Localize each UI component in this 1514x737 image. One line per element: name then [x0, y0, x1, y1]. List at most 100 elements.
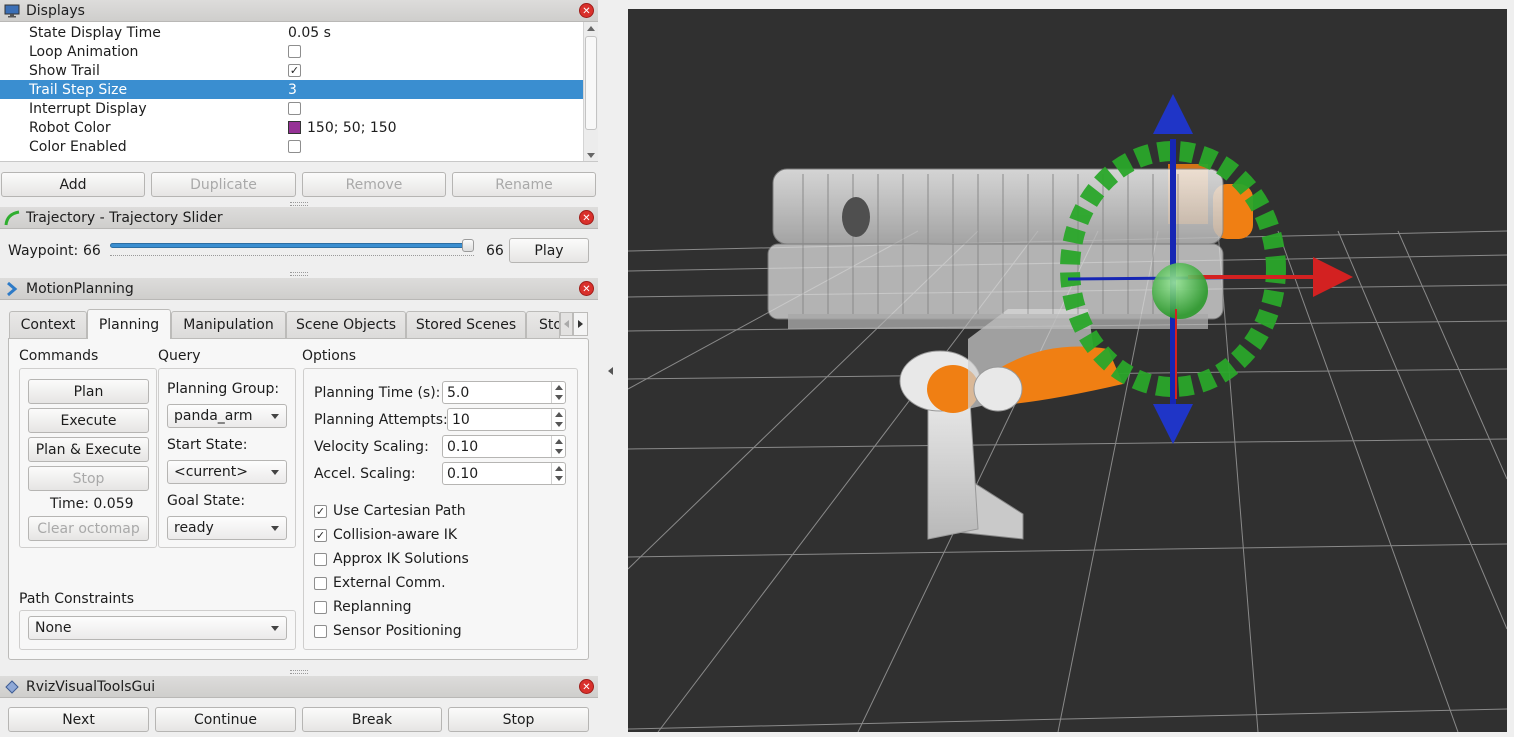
tab-scroll-right-button[interactable] — [573, 312, 588, 336]
option-checkbox[interactable]: Approx IK Solutions — [314, 551, 469, 567]
slider-handle[interactable] — [462, 239, 474, 252]
option-checkbox[interactable]: ✓ Use Cartesian Path — [314, 503, 466, 519]
close-icon[interactable]: ✕ — [579, 281, 594, 296]
plan-and-execute-button[interactable]: Plan & Execute — [28, 437, 149, 462]
spin-down-icon[interactable] — [555, 422, 563, 427]
plan-button[interactable]: Plan — [28, 379, 149, 404]
checkbox-icon[interactable] — [288, 102, 301, 115]
checkbox-icon[interactable] — [314, 624, 327, 638]
close-icon[interactable]: ✕ — [579, 3, 594, 18]
goal-state-select[interactable]: ready — [167, 516, 287, 540]
render-viewport[interactable] — [628, 9, 1507, 732]
property-row[interactable]: Interrupt Display — [0, 99, 583, 118]
spin-down-icon[interactable] — [555, 449, 563, 454]
path-constraints-select[interactable]: None — [28, 616, 287, 640]
accel-scaling-spinbox[interactable]: 0.10 — [442, 462, 566, 485]
next-button[interactable]: Next — [8, 707, 149, 732]
checkbox-icon[interactable] — [314, 600, 327, 614]
spin-up-icon[interactable] — [555, 412, 563, 417]
option-checkbox[interactable]: Sensor Positioning — [314, 623, 462, 639]
clear-octomap-button[interactable]: Clear octomap — [28, 516, 149, 541]
close-icon[interactable]: ✕ — [579, 679, 594, 694]
planning-attempts-spinbox[interactable]: 10 — [447, 408, 566, 431]
property-row[interactable]: State Display Time 0.05 s — [0, 23, 583, 42]
continue-button[interactable]: Continue — [155, 707, 296, 732]
spin-arrows[interactable] — [551, 463, 565, 484]
checkbox-checked-icon[interactable]: ✓ — [288, 64, 301, 77]
spin-arrows[interactable] — [551, 382, 565, 403]
spin-arrows[interactable] — [551, 436, 565, 457]
checkbox-checked-icon[interactable]: ✓ — [314, 504, 327, 518]
property-name: Interrupt Display — [29, 100, 147, 117]
color-swatch-icon[interactable] — [288, 121, 301, 134]
property-value[interactable] — [288, 140, 301, 153]
checkbox-icon[interactable] — [288, 45, 301, 58]
property-value[interactable] — [288, 102, 301, 115]
panel-splitter[interactable] — [290, 272, 308, 276]
chevron-right-icon — [578, 320, 583, 328]
break-button[interactable]: Break — [302, 707, 442, 732]
waypoint-label: Waypoint: — [8, 243, 79, 259]
text-value: 3 — [288, 81, 297, 98]
tab-manipulation[interactable]: Manipulation — [171, 311, 286, 338]
waypoint-slider[interactable] — [110, 239, 480, 261]
tab-context[interactable]: Context — [9, 311, 87, 338]
checkbox-checked-icon[interactable]: ✓ — [314, 528, 327, 542]
property-row[interactable]: Loop Animation — [0, 42, 583, 61]
property-row[interactable]: Trail Step Size 3 — [0, 80, 583, 99]
chevron-down-icon — [271, 414, 279, 419]
collapse-side-panel-button[interactable] — [604, 362, 618, 382]
tab-stored-scenes[interactable]: Stored Scenes — [406, 311, 526, 338]
spin-down-icon[interactable] — [555, 395, 563, 400]
remove-display-button[interactable]: Remove — [302, 172, 446, 197]
tab-stored-states[interactable]: Sto — [526, 311, 560, 338]
start-state-select[interactable]: <current> — [167, 460, 287, 484]
planning-time-result: Time: 0.059 — [50, 496, 134, 512]
tab-planning[interactable]: Planning — [87, 309, 171, 339]
checkbox-icon[interactable] — [288, 140, 301, 153]
stop-button[interactable]: Stop — [448, 707, 589, 732]
panel-splitter[interactable] — [290, 202, 308, 206]
spin-up-icon[interactable] — [555, 439, 563, 444]
property-name: State Display Time — [29, 24, 161, 41]
scroll-up-icon[interactable] — [587, 26, 595, 31]
trajectory-title: Trajectory - Trajectory Slider — [26, 209, 223, 226]
duplicate-display-button[interactable]: Duplicate — [151, 172, 296, 197]
checkbox-icon[interactable] — [314, 552, 327, 566]
execute-button[interactable]: Execute — [28, 408, 149, 433]
play-button[interactable]: Play — [509, 238, 589, 263]
property-row[interactable]: Robot Color 150; 50; 150 — [0, 118, 583, 137]
option-checkbox[interactable]: External Comm. — [314, 575, 446, 591]
spin-arrows[interactable] — [551, 409, 565, 430]
planning-attempts-value: 10 — [452, 411, 470, 428]
displays-property-tree[interactable]: State Display Time 0.05 s Loop Animation Sh… — [0, 22, 598, 162]
property-value: 150; 50; 150 — [288, 120, 397, 136]
options-heading: Options — [302, 348, 357, 364]
close-icon[interactable]: ✕ — [579, 210, 594, 225]
planning-group-label: Planning Group: — [167, 381, 280, 397]
spin-down-icon[interactable] — [555, 476, 563, 481]
slider-ticks — [110, 255, 474, 258]
scrollbar-thumb[interactable] — [585, 36, 597, 130]
scroll-down-icon[interactable] — [587, 153, 595, 158]
panel-splitter[interactable] — [290, 670, 308, 674]
rename-display-button[interactable]: Rename — [452, 172, 596, 197]
displays-scrollbar[interactable] — [583, 22, 598, 161]
spin-up-icon[interactable] — [555, 466, 563, 471]
property-row[interactable]: Color Enabled — [0, 137, 583, 156]
checkbox-icon[interactable] — [314, 576, 327, 590]
velocity-scaling-spinbox[interactable]: 0.10 — [442, 435, 566, 458]
property-value[interactable]: ✓ — [288, 64, 301, 77]
planning-group-value: panda_arm — [174, 408, 253, 424]
spin-up-icon[interactable] — [555, 385, 563, 390]
option-checkbox[interactable]: ✓ Collision-aware IK — [314, 527, 457, 543]
planning-group-select[interactable]: panda_arm — [167, 404, 287, 428]
add-display-button[interactable]: Add — [1, 172, 145, 197]
property-value[interactable] — [288, 45, 301, 58]
property-row[interactable]: Show Trail ✓ — [0, 61, 583, 80]
tab-scroll-left-button[interactable] — [560, 312, 573, 336]
option-checkbox[interactable]: Replanning — [314, 599, 411, 615]
stop-planning-button[interactable]: Stop — [28, 466, 149, 491]
tab-scene-objects[interactable]: Scene Objects — [286, 311, 406, 338]
planning-time-spinbox[interactable]: 5.0 — [442, 381, 566, 404]
